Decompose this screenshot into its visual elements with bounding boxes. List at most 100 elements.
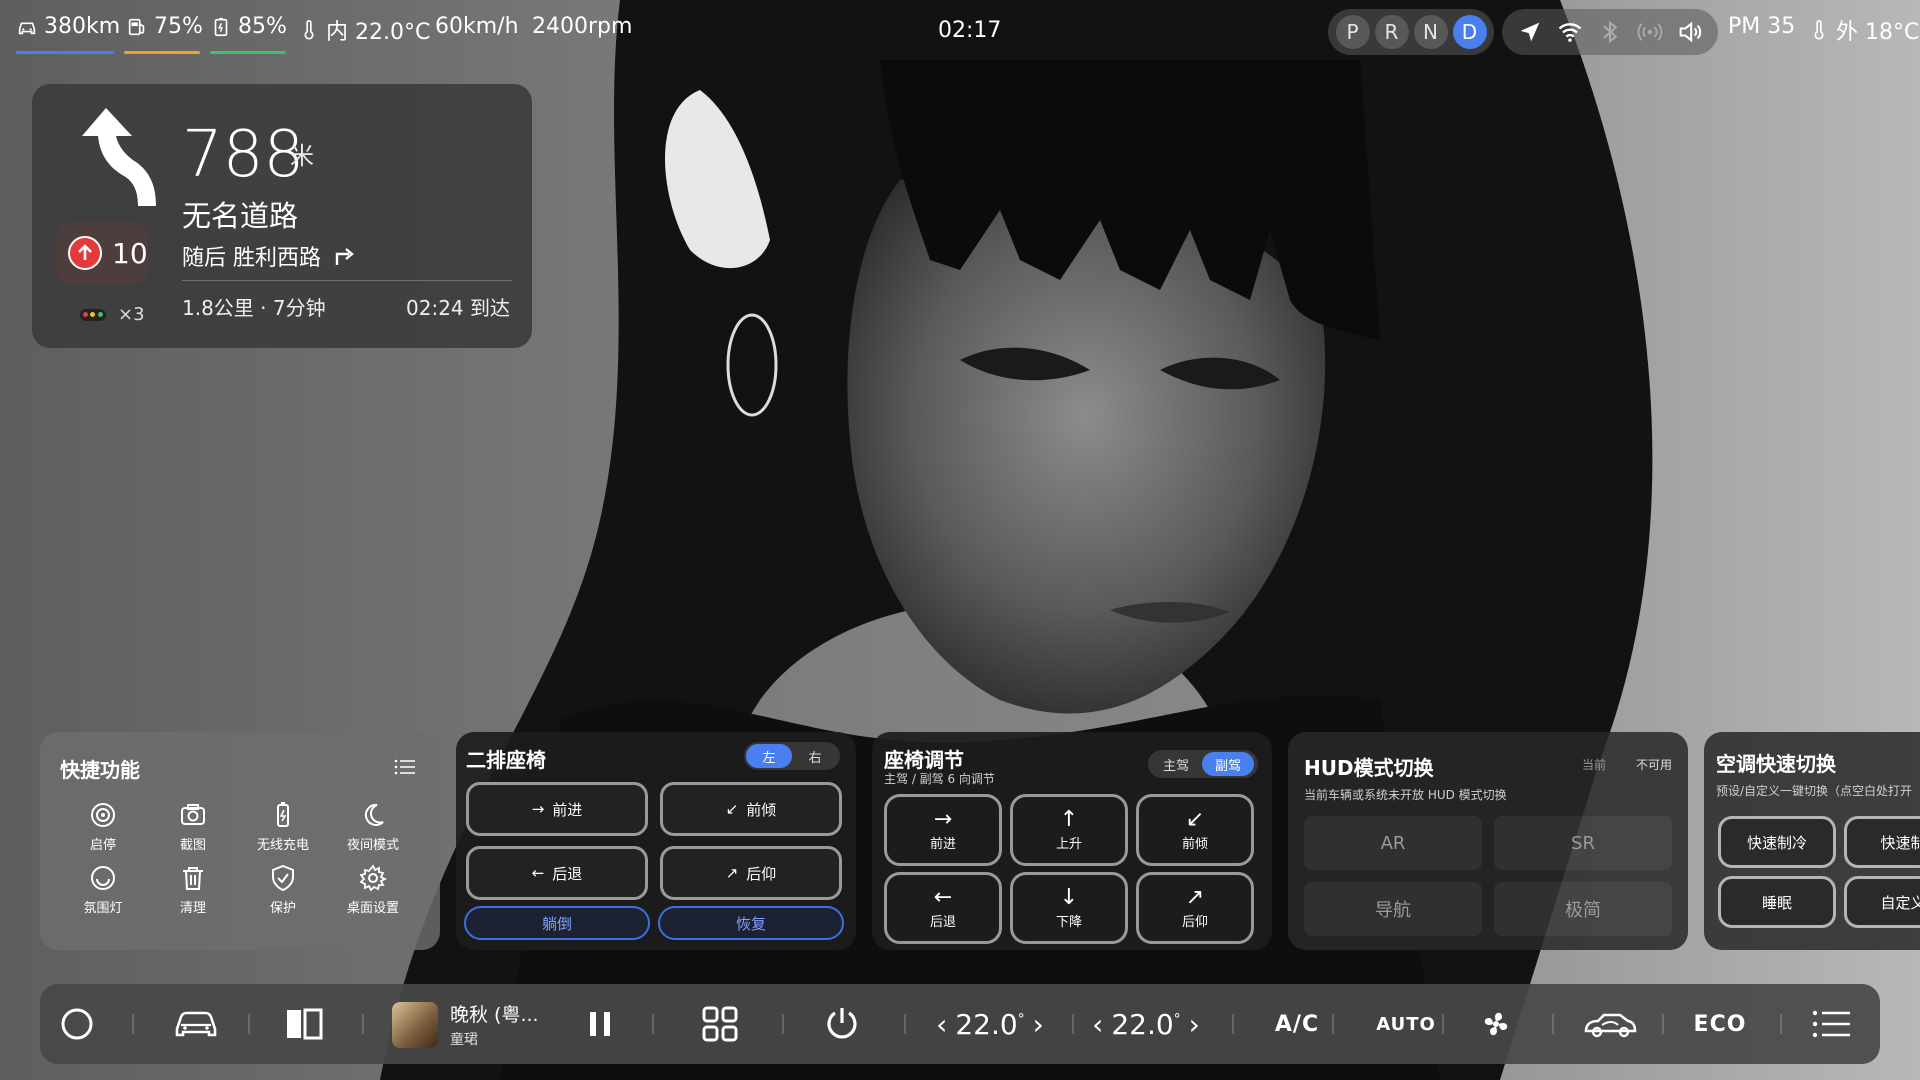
quick-night-mode[interactable]: 夜间模式 — [328, 800, 418, 853]
car-icon — [18, 22, 36, 34]
ac-toggle-button[interactable]: A/C — [1252, 984, 1342, 1064]
passenger-temp-decrease[interactable]: ‹ — [1092, 1008, 1103, 1041]
fan-button[interactable] — [1456, 984, 1536, 1064]
ac-custom-button[interactable]: 自定义 — [1844, 876, 1920, 928]
rear-seat-side-toggle: 左 右 — [744, 742, 840, 770]
dock-separator — [132, 1014, 134, 1034]
ac-auto-button[interactable]: AUTO — [1356, 984, 1456, 1064]
clock: 02:17 — [938, 18, 1002, 43]
ac-quick-cool-button[interactable]: 快速制冷 — [1718, 816, 1836, 868]
quick-ambient-light[interactable]: 氛围灯 — [58, 863, 148, 916]
rear-seat-backward-button[interactable]: ← 后退 — [466, 846, 648, 900]
wifi-icon[interactable] — [1556, 18, 1584, 46]
eco-mode-button[interactable]: ECO — [1678, 984, 1762, 1064]
battery-value: 85% — [238, 14, 287, 39]
seat-label: 下降 — [1055, 914, 1082, 930]
side-right[interactable]: 右 — [792, 744, 838, 768]
passenger-temp-value: 22.0 — [1111, 1007, 1174, 1041]
apps-button[interactable] — [680, 984, 760, 1064]
traffic-lights: ×3 — [80, 304, 145, 325]
hud-mode-navigation-button[interactable]: 导航 — [1304, 882, 1482, 936]
home-button[interactable] — [40, 984, 114, 1064]
dock-separator — [1780, 1014, 1782, 1034]
power-icon — [827, 1008, 857, 1039]
thermometer-icon — [304, 20, 314, 40]
quick-label: 氛围灯 — [83, 901, 123, 916]
side-left[interactable]: 左 — [746, 744, 792, 768]
status-bar: 380km 75% 85% 内 22.0°C 60km/h 2400rpm 02… — [0, 0, 1920, 64]
gear-n[interactable]: N — [1413, 15, 1448, 49]
navigation-card[interactable]: 788 米 无名道路 随后 胜利西路 10 ×3 1.8公里 · 7分钟 02:… — [32, 84, 532, 348]
menu-button[interactable] — [1792, 984, 1872, 1064]
list-menu-icon[interactable] — [394, 758, 416, 776]
rear-seat-label: 后仰 — [746, 864, 777, 883]
rear-seat-recline-back-button[interactable]: ↗ 后仰 — [660, 846, 842, 900]
seat-raise-button[interactable]: ↑ 上升 — [1010, 794, 1128, 866]
battery-icon — [214, 17, 228, 36]
air-recirculation-button[interactable] — [1560, 984, 1660, 1064]
battery-underline — [210, 51, 286, 54]
quick-wireless-charge[interactable]: 无线充电 — [238, 800, 328, 853]
outside-temp-indicator: 外 18°C — [1808, 14, 1919, 46]
bluetooth-icon[interactable] — [1596, 18, 1624, 46]
location-arrow-icon[interactable] — [1516, 18, 1544, 46]
seat-driver[interactable]: 主驾 — [1150, 752, 1202, 776]
quick-desktop-settings[interactable]: 桌面设置 — [328, 863, 418, 916]
song-info: 晚秋 (粤... 童珺 — [450, 1000, 539, 1049]
hud-mode-minimal-button[interactable]: 极简 — [1494, 882, 1672, 936]
rear-seat-label: 后退 — [552, 864, 583, 883]
target-icon — [91, 803, 115, 827]
arrow-up-right-icon: ↗ — [725, 864, 739, 882]
seat-forward-button[interactable]: → 前进 — [884, 794, 1002, 866]
seat-backward-button[interactable]: ← 后退 — [884, 872, 1002, 944]
driver-temp-increase[interactable]: › — [1033, 1008, 1044, 1041]
vehicle-button[interactable] — [156, 984, 236, 1064]
ac-quick-heat-button[interactable]: 快速制 — [1844, 816, 1920, 868]
hotspot-icon[interactable] — [1636, 18, 1664, 46]
turn-left-arrow-icon — [82, 108, 156, 206]
dock-separator — [652, 1014, 654, 1034]
seat-lower-button[interactable]: ↓ 下降 — [1010, 872, 1128, 944]
split-screen-icon — [287, 1008, 323, 1040]
rear-seat-lie-down-button[interactable]: 躺倒 — [464, 906, 650, 940]
circle-home-icon — [61, 1008, 93, 1040]
quick-protect[interactable]: 保护 — [238, 863, 328, 916]
gear-p[interactable]: P — [1335, 15, 1370, 49]
ac-sleep-button[interactable]: 睡眠 — [1718, 876, 1836, 928]
dock-separator — [1232, 1014, 1234, 1034]
shield-icon — [272, 864, 294, 892]
quick-clean[interactable]: 清理 — [148, 863, 238, 916]
split-screen-button[interactable] — [268, 984, 340, 1064]
seat-tilt-forward-button[interactable]: ↙ 前倾 — [1136, 794, 1254, 866]
seat-passenger[interactable]: 副驾 — [1202, 752, 1254, 776]
fuel-value: 75% — [154, 14, 203, 39]
seat-adjust-widget: 座椅调节 主驾 / 副驾 6 向调节 主驾 副驾 → 前进 ↑ 上升 ↙ 前倾 … — [872, 732, 1272, 950]
quick-start-stop[interactable]: 启停 — [58, 800, 148, 853]
driver-temp-decrease[interactable]: ‹ — [936, 1008, 947, 1041]
arrow-left-icon: ← — [933, 884, 953, 910]
passenger-temp-increase[interactable]: › — [1189, 1008, 1200, 1041]
seat-recline-back-button[interactable]: ↗ 后仰 — [1136, 872, 1254, 944]
power-button[interactable] — [802, 984, 882, 1064]
pause-button[interactable] — [570, 984, 630, 1064]
fan-icon — [1484, 1012, 1508, 1036]
hud-mode-ar-button[interactable]: AR — [1304, 816, 1482, 870]
quick-screenshot[interactable]: 截图 — [148, 800, 238, 853]
quick-functions-widget: 快捷功能 启停 截图 无线充电 夜间模式 氛围灯 清理 保护 桌面设置 — [40, 732, 440, 950]
rear-seat-forward-button[interactable]: → 前进 — [466, 782, 648, 836]
hud-title: HUD模式切换 — [1304, 756, 1434, 780]
traffic-light-icon — [80, 308, 106, 321]
inside-temp-value: 内 22.0°C — [326, 20, 431, 45]
rear-seat-tilt-forward-button[interactable]: ↙ 前倾 — [660, 782, 842, 836]
traffic-light-count: ×3 — [118, 304, 145, 325]
ac-quick-switch-widget: 空调快速切换 预设/自定义一键切换（点空白处打开 快速制冷 快速制 睡眠 自定义 — [1704, 732, 1920, 950]
hud-mode-sr-button[interactable]: SR — [1494, 816, 1672, 870]
arrow-down-left-icon: ↙ — [725, 800, 739, 818]
rear-seat-restore-button[interactable]: 恢复 — [658, 906, 844, 940]
volume-icon[interactable] — [1676, 18, 1704, 46]
ac-quick-subtitle: 预设/自定义一键切换（点空白处打开 — [1716, 784, 1913, 798]
gear-d[interactable]: D — [1452, 15, 1487, 49]
gear-r[interactable]: R — [1374, 15, 1409, 49]
now-playing[interactable]: 晚秋 (粤... 童珺 — [392, 1000, 539, 1049]
quick-label: 清理 — [179, 901, 206, 916]
